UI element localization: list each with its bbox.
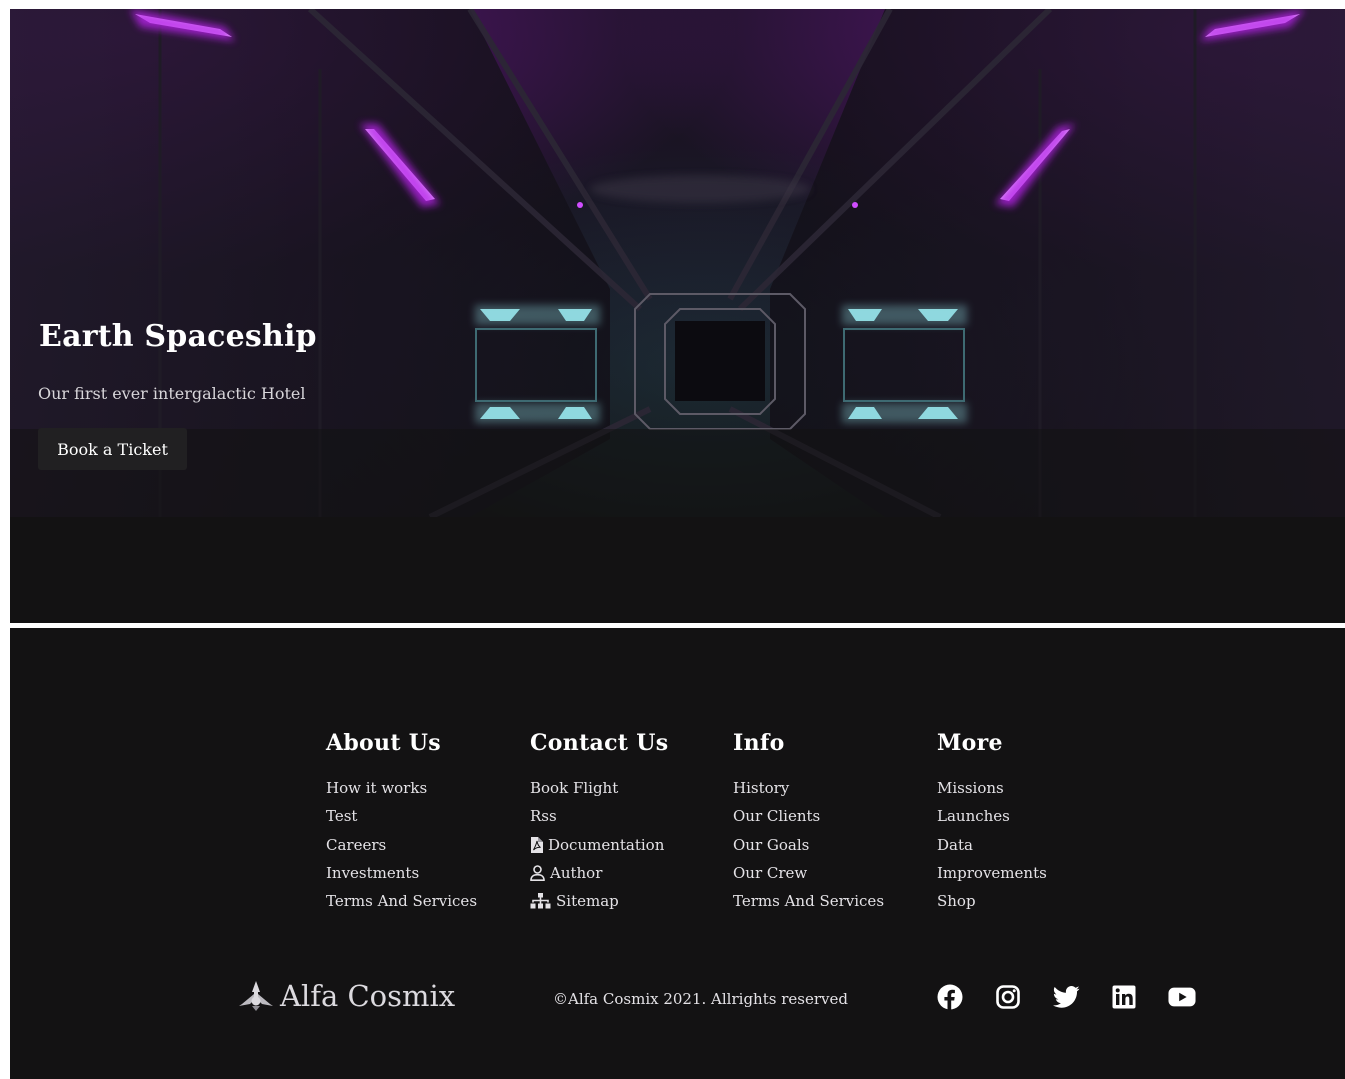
footer-link-data[interactable]: Data [937, 831, 1047, 859]
footer-link-rss[interactable]: Rss [530, 802, 668, 830]
footer-column-info: Info History Our Clients Our Goals Our C… [733, 730, 884, 915]
footer-column-about: About Us How it works Test Careers Inves… [326, 730, 477, 915]
footer-column-title: Info [733, 730, 785, 756]
twitter-link[interactable] [1052, 983, 1080, 1011]
footer-column-title: More [937, 730, 1003, 756]
book-ticket-button[interactable]: Book a Ticket [38, 428, 187, 470]
footer-link-terms-info[interactable]: Terms And Services [733, 887, 884, 915]
footer-link-launches[interactable]: Launches [937, 802, 1047, 830]
footer-link-book-flight[interactable]: Book Flight [530, 774, 668, 802]
user-icon [530, 865, 545, 882]
footer-link-terms[interactable]: Terms And Services [326, 887, 477, 915]
footer-link-shop[interactable]: Shop [937, 887, 1047, 915]
rocket-logo-icon [239, 981, 273, 1011]
instagram-link[interactable] [994, 983, 1022, 1011]
footer-link-improvements[interactable]: Improvements [937, 859, 1047, 887]
footer-link-careers[interactable]: Careers [326, 831, 477, 859]
footer-link-test[interactable]: Test [326, 802, 477, 830]
footer-link-documentation[interactable]: Documentation [530, 831, 668, 859]
youtube-icon [1168, 987, 1196, 1007]
hero-background-image [10, 9, 1345, 517]
youtube-link[interactable] [1168, 983, 1196, 1011]
footer-column-title: Contact Us [530, 730, 669, 756]
brand-name: Alfa Cosmix [280, 979, 456, 1013]
linkedin-icon [1112, 985, 1136, 1009]
spaceship-corridor-illustration [10, 9, 1345, 517]
hero-section: Earth Spaceship Our first ever intergala… [10, 9, 1345, 623]
footer-link-author[interactable]: Author [530, 859, 668, 887]
facebook-icon [937, 984, 963, 1010]
twitter-icon [1052, 986, 1079, 1008]
footer-column-contact: Contact Us Book Flight Rss Documentation… [530, 730, 668, 915]
footer-column-more: More Missions Launches Data Improvements… [937, 730, 1047, 915]
footer-link-how-it-works[interactable]: How it works [326, 774, 477, 802]
hero-subtitle: Our first ever intergalactic Hotel [38, 384, 306, 403]
social-links [936, 983, 1196, 1011]
site-footer: About Us How it works Test Careers Inves… [10, 628, 1345, 1079]
footer-link-sitemap[interactable]: Sitemap [530, 887, 668, 915]
footer-link-our-clients[interactable]: Our Clients [733, 802, 884, 830]
file-pdf-icon [531, 836, 543, 853]
hero-title: Earth Spaceship [39, 319, 317, 354]
footer-link-our-crew[interactable]: Our Crew [733, 859, 884, 887]
footer-link-investments[interactable]: Investments [326, 859, 477, 887]
footer-column-title: About Us [326, 730, 441, 756]
footer-link-our-goals[interactable]: Our Goals [733, 831, 884, 859]
footer-link-history[interactable]: History [733, 774, 884, 802]
copyright-text: ©Alfa Cosmix 2021. Allrights reserved [553, 990, 848, 1008]
facebook-link[interactable] [936, 983, 964, 1011]
footer-link-missions[interactable]: Missions [937, 774, 1047, 802]
instagram-icon [996, 985, 1020, 1009]
footer-brand[interactable]: Alfa Cosmix [238, 979, 455, 1013]
sitemap-icon [530, 893, 551, 909]
linkedin-link[interactable] [1110, 983, 1138, 1011]
